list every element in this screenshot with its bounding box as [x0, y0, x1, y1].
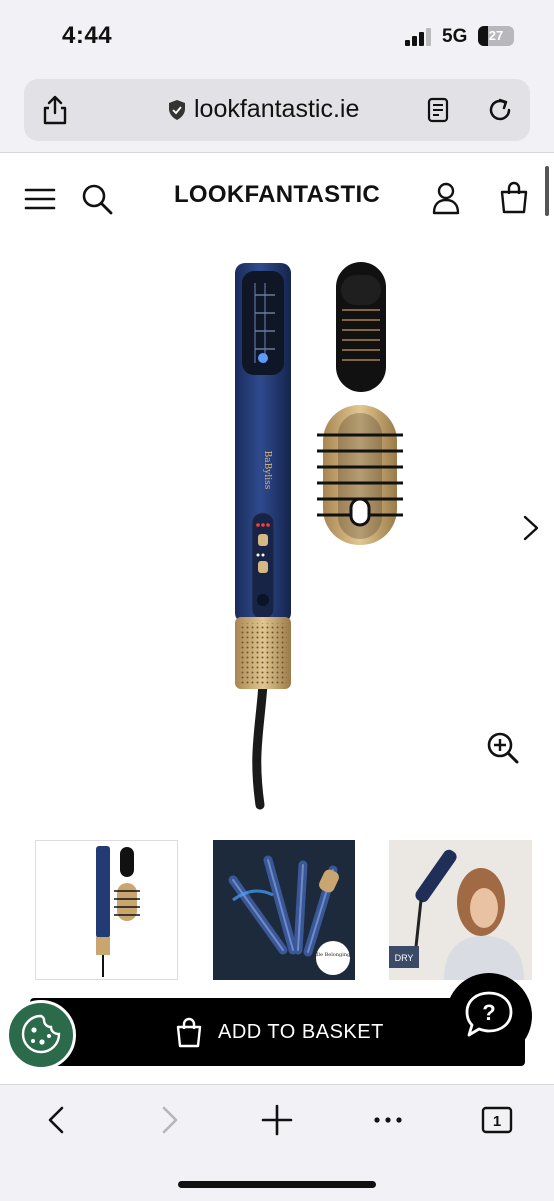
scroll-indicator — [545, 166, 549, 216]
svg-text:?: ? — [482, 1000, 495, 1025]
help-chat-button[interactable]: ? — [446, 973, 532, 1059]
forward-icon[interactable] — [146, 1100, 190, 1140]
home-indicator — [178, 1181, 376, 1188]
battery-percent: 27 — [488, 28, 504, 43]
thumbnail-label: DRY — [395, 953, 414, 963]
thumbnail-3[interactable]: DRY — [389, 840, 532, 980]
next-image-chevron-icon[interactable] — [520, 514, 542, 542]
thumbnail-1[interactable] — [35, 840, 178, 980]
zoom-icon[interactable] — [486, 731, 520, 765]
brand-logo[interactable]: LOOKFANTASTIC — [0, 181, 554, 209]
thumbnail-badge-text: Elle Belongings — [313, 952, 353, 958]
cookie-icon — [21, 1014, 61, 1054]
help-chat-icon: ? — [465, 991, 513, 1037]
back-icon[interactable] — [36, 1100, 80, 1140]
basket-bag-icon — [176, 1017, 202, 1048]
thumbnail-model-image: DRY — [389, 840, 532, 980]
more-options-icon[interactable] — [366, 1100, 410, 1140]
device-brand-text: BaByliss — [262, 451, 272, 490]
account-icon[interactable] — [431, 181, 461, 215]
signal-icon — [405, 28, 433, 46]
bag-icon[interactable] — [499, 180, 529, 214]
product-image[interactable]: BaByliss — [225, 255, 425, 810]
tabs-icon[interactable]: 1 — [475, 1100, 519, 1140]
battery-icon: 27 — [478, 26, 514, 46]
thumbnail-device-image — [96, 846, 140, 977]
share-icon[interactable] — [40, 94, 70, 126]
thumbnail-2[interactable]: Elle Belongings — [213, 840, 355, 980]
network-type: 5G — [442, 26, 468, 47]
add-to-basket-label: ADD TO BASKET — [218, 1021, 384, 1043]
reload-icon[interactable] — [486, 96, 514, 124]
reader-icon[interactable] — [427, 97, 449, 123]
url-text[interactable]: lookfantastic.ie — [194, 95, 359, 124]
status-time: 4:44 — [62, 22, 113, 49]
thumbnail-lifestyle-image: Elle Belongings — [228, 855, 353, 975]
lock-shield-icon — [169, 100, 185, 120]
svg-text:1: 1 — [493, 1113, 501, 1130]
cookie-settings-button[interactable] — [6, 1000, 76, 1070]
new-tab-plus-icon[interactable] — [255, 1100, 299, 1140]
